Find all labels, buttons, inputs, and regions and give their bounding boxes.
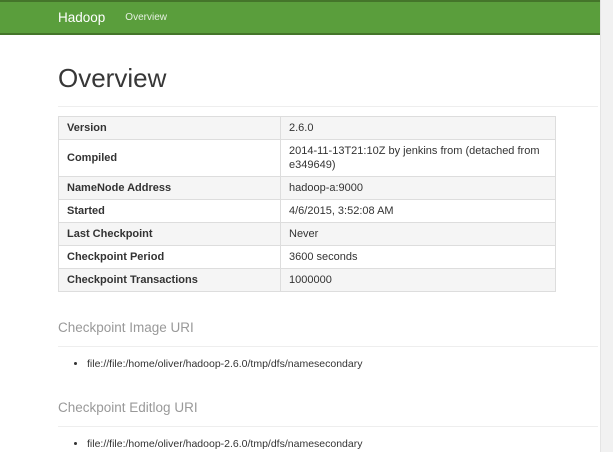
row-label: Started [58, 198, 281, 223]
list-item-uri: file://file:/home/oliver/hadoop-2.6.0/tm… [87, 357, 598, 372]
table-row: Version 2.6.0 [58, 115, 556, 140]
row-value: hadoop-a:9000 [280, 175, 556, 200]
navbar-item-overview[interactable]: Overview [125, 12, 167, 23]
section-title-checkpoint-editlog-uri: Checkpoint Editlog URI [58, 400, 598, 428]
row-value: 3600 seconds [280, 244, 556, 269]
row-label: Last Checkpoint [58, 221, 281, 246]
table-row: Compiled 2014-11-13T21:10Z by jenkins fr… [58, 138, 556, 177]
vertical-scrollbar-track[interactable] [600, 0, 613, 452]
table-row: Started 4/6/2015, 3:52:08 AM [58, 198, 556, 223]
main-content: Overview Version 2.6.0 Compiled 2014-11-… [58, 63, 598, 452]
table-row: Checkpoint Period 3600 seconds [58, 244, 556, 269]
row-label: Version [58, 115, 281, 140]
section-title-checkpoint-image-uri: Checkpoint Image URI [58, 320, 598, 348]
checkpoint-image-uri-list: file://file:/home/oliver/hadoop-2.6.0/tm… [58, 357, 598, 372]
table-row: NameNode Address hadoop-a:9000 [58, 175, 556, 200]
status-page: Hadoop Overview Overview Version 2.6.0 C… [0, 0, 600, 452]
row-value: 1000000 [280, 267, 556, 292]
overview-table: Version 2.6.0 Compiled 2014-11-13T21:10Z… [58, 115, 556, 292]
row-label: Compiled [58, 138, 281, 177]
row-label: NameNode Address [58, 175, 281, 200]
top-navbar: Hadoop Overview [0, 0, 600, 35]
row-label: Checkpoint Transactions [58, 267, 281, 292]
row-value: 2014-11-13T21:10Z by jenkins from (detac… [280, 138, 556, 177]
row-value: 4/6/2015, 3:52:08 AM [280, 198, 556, 223]
row-label: Checkpoint Period [58, 244, 281, 269]
row-value: Never [280, 221, 556, 246]
row-value: 2.6.0 [280, 115, 556, 140]
list-item-uri: file://file:/home/oliver/hadoop-2.6.0/tm… [87, 437, 598, 452]
page-title: Overview [58, 63, 598, 107]
table-row: Checkpoint Transactions 1000000 [58, 267, 556, 292]
table-row: Last Checkpoint Never [58, 221, 556, 246]
browser-viewport: Hadoop Overview Overview Version 2.6.0 C… [0, 0, 613, 452]
checkpoint-editlog-uri-list: file://file:/home/oliver/hadoop-2.6.0/tm… [58, 437, 598, 452]
navbar-brand-hadoop[interactable]: Hadoop [58, 10, 105, 25]
